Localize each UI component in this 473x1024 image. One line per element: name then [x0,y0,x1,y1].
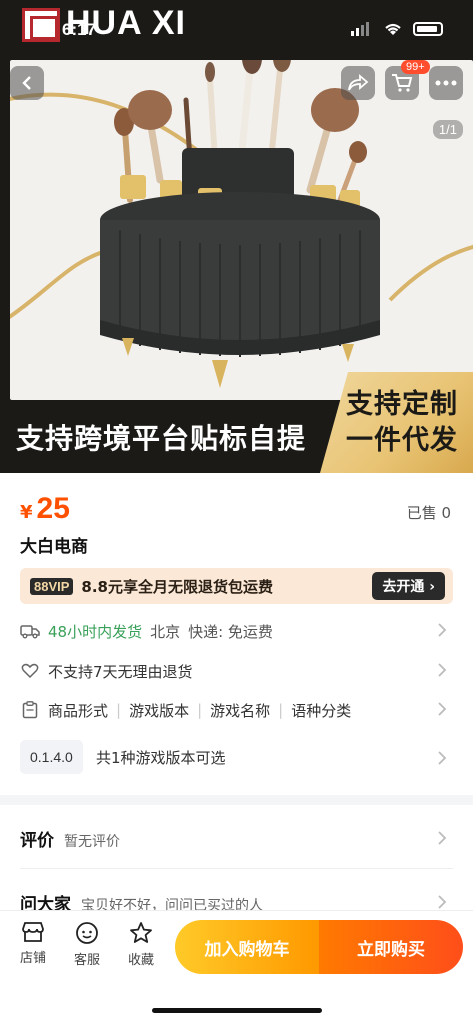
returns-text: 不支持7天无理由退货 [48,662,193,681]
makeup-brush-holder-image [3,42,473,388]
promo-banner-left-text: 支持跨境平台贴标自提 [16,421,307,455]
chevron-right-icon [438,751,447,765]
more-button[interactable] [429,66,463,100]
reviews-title: 评价 [20,831,54,851]
separator: | [278,701,284,719]
spec-item: 语种分类 [291,701,352,720]
product-title: 大白电商 [20,537,88,557]
clipboard-icon [20,700,40,720]
chevron-right-icon: › [429,579,435,595]
customer-service-icon [76,922,98,944]
share-icon [348,74,369,91]
shipping-row[interactable]: 48小时内发货 北京 快递: 免运费 [20,616,453,646]
currency-symbol: ¥ [20,502,33,523]
reviews-row[interactable]: 评价 暂无评价 [20,826,453,851]
buy-now-button[interactable]: 立即购买 [319,920,463,974]
product-photo [3,42,473,400]
bottom-action-bar: 店铺 客服 收藏 加入购物车 立即购买 [0,910,473,1024]
home-indicator [152,1008,322,1013]
separator: | [197,701,203,719]
more-dots-icon [435,80,457,86]
status-icons [351,22,443,36]
gallery-page-indicator: 1/1 [432,120,463,139]
cart-icon [392,74,413,92]
shipping-origin: 北京 [150,622,181,641]
promo-banner-right-line2: 一件代发 [346,424,458,456]
add-to-cart-label: 加入购物车 [204,939,290,960]
service-tab-label: 客服 [73,953,100,968]
status-time: 6:17 [62,20,97,39]
heart-icon [20,661,40,681]
spec-item: 游戏名称 [210,701,271,720]
price-value: 25 [36,492,70,525]
reviews-empty-text: 暂无评价 [64,834,120,850]
cart-count-badge: 99+ [401,60,430,74]
divider-line [20,868,453,869]
favorite-tab[interactable]: 收藏 [121,921,161,968]
share-button[interactable] [341,66,375,100]
vip-tag: 88VIP [30,577,74,595]
vip-activate-button[interactable]: 去开通 › [372,572,445,600]
product-gallery[interactable]: HUA XI 6:17 99+ 1/1 支持跨境平台贴标自提 支持定制 一件代发 [0,0,473,473]
version-chip[interactable]: 0.1.4.0 [20,740,83,774]
promo-banner-right-line1: 支持定制 [346,388,458,420]
shop-tab[interactable]: 店铺 [13,921,53,966]
sold-count: 已售 0 [406,504,451,522]
shipping-time: 48小时内发货 [48,622,143,641]
vip-activate-label: 去开通 [382,579,425,595]
separator: | [116,701,122,719]
vip-promo-bar[interactable]: 88VIP 8.8元享全月无限退货包运费 去开通 › [20,568,453,604]
truck-icon [20,621,40,641]
chevron-right-icon [438,623,447,637]
battery-icon [413,22,443,36]
chevron-right-icon [438,831,447,845]
returns-row[interactable]: 不支持7天无理由退货 [20,656,453,686]
spec-item: 商品形式 [48,701,109,720]
service-tab[interactable]: 客服 [67,921,107,968]
cellular-signal-icon [351,22,369,36]
brand-logo-icon [22,8,60,42]
star-icon [130,922,152,943]
back-button[interactable] [10,66,44,100]
chevron-right-icon [438,702,447,716]
cart-button[interactable]: 99+ [385,60,430,100]
buy-now-label: 立即购买 [357,939,425,960]
version-count-text[interactable]: 共1种游戏版本可选 [96,747,226,768]
section-divider [0,795,473,805]
chevron-right-icon [438,895,447,909]
shipping-express: 快递: 免运费 [188,622,273,641]
shop-tab-label: 店铺 [19,951,46,966]
specs-row[interactable]: 商品形式 | 游戏版本 | 游戏名称 | 语种分类 [20,695,453,725]
spec-item: 游戏版本 [129,701,190,720]
favorite-tab-label: 收藏 [127,953,154,968]
price-row: ¥ 25 [20,492,70,526]
chevron-right-icon [438,663,447,677]
add-to-cart-button[interactable]: 加入购物车 [175,920,319,974]
vip-promo-text: 8.8元享全月无限退货包运费 [81,577,273,596]
shop-icon [22,922,44,942]
wifi-icon [385,23,401,35]
chevron-left-icon [22,76,31,90]
promo-banner-left: 支持跨境平台贴标自提 [0,400,340,473]
